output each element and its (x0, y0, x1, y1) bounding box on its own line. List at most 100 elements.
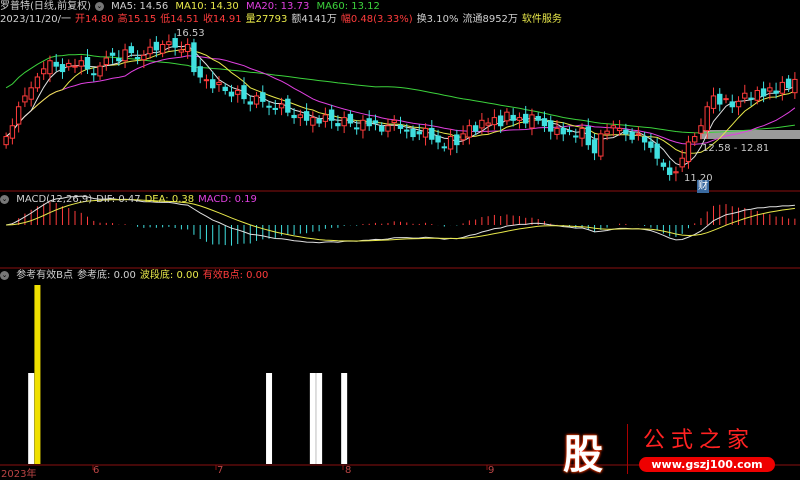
macd-dea: DEA: 0.38 (144, 194, 195, 205)
candle-body (253, 95, 260, 105)
candle-body (598, 133, 604, 157)
candle-body (222, 86, 228, 92)
ma5-label: MA5: 14.56 (111, 1, 169, 12)
dropdown-icon[interactable]: ⌄ (0, 194, 9, 204)
signal-bar (28, 373, 35, 464)
candle-body (159, 43, 166, 54)
x-axis-label: 6 (93, 465, 100, 476)
candle-body (272, 107, 278, 110)
x-axis-label: 9 (488, 465, 495, 476)
candle-body (322, 114, 329, 122)
stock-name[interactable]: 罗普特(日线,前复权) (0, 1, 91, 12)
candle-body (591, 139, 598, 154)
candle-body (128, 46, 135, 54)
candle-body (723, 98, 729, 101)
candle-body (441, 146, 448, 149)
candle-body (347, 113, 354, 124)
stock-chart[interactable] (0, 0, 800, 478)
candle-body (497, 115, 504, 127)
macd-title[interactable]: MACD(12,26,9) (16, 194, 92, 205)
candle-body (22, 95, 28, 103)
quote-bar: 2023/11/20/一 开14.80 高15.15 低14.51 收14.91 量277… (0, 13, 566, 26)
candle-body (679, 157, 685, 168)
candle-body (285, 98, 291, 113)
candle-body (472, 125, 479, 132)
candle-body (767, 87, 773, 92)
candle-body (47, 60, 53, 75)
indicator-header: ⌄ 参考有效B点 参考底: 0.00 波段底: 0.00 有效B点: 0.00 (0, 269, 272, 282)
candle-body (184, 43, 191, 53)
signal-bar (266, 373, 273, 464)
candle-body (742, 92, 748, 99)
candle-body (435, 135, 441, 143)
candle-body (654, 143, 660, 159)
candle-body (191, 42, 197, 73)
watermark-logo: 股 公式之家 www.gszj100.com (555, 422, 800, 478)
candle-body (629, 131, 635, 140)
candle-body (78, 60, 84, 67)
candle-body (717, 93, 723, 105)
candle-body (266, 105, 272, 108)
quote-turnover: 换3.10% (416, 14, 459, 25)
watermark-name: 公式之家 (643, 428, 756, 453)
candle-body (504, 111, 510, 122)
candle-body (554, 127, 560, 135)
candle-body (66, 62, 72, 68)
candle-body (729, 101, 735, 108)
quote-change: 幅0.48(3.33%) (340, 14, 413, 25)
candle-body (235, 90, 241, 95)
candle-body (122, 49, 128, 62)
candle-body (410, 129, 416, 138)
range-label: 12.58 - 12.81 (702, 143, 770, 154)
candle-body (260, 92, 266, 102)
candle-body (616, 127, 623, 132)
candle-body (692, 136, 698, 143)
candle-body (447, 136, 454, 150)
candle-body (216, 81, 222, 86)
candle-body (785, 78, 792, 89)
candle-body (541, 118, 548, 127)
candle-body (748, 97, 754, 100)
candle-body (760, 88, 767, 97)
candle-body (353, 127, 360, 130)
ma10-label: MA10: 14.30 (175, 1, 239, 12)
candle-body (210, 79, 216, 89)
candle-body (479, 119, 485, 129)
candle-body (579, 127, 585, 139)
range-bar (700, 130, 800, 139)
candle-body (560, 127, 566, 135)
candle-body (648, 141, 654, 148)
dropdown-icon[interactable]: ⌄ (94, 1, 104, 11)
candle-body (391, 119, 397, 123)
candle-body (660, 162, 667, 167)
candle-body (792, 78, 798, 94)
candle-body (704, 106, 710, 132)
signal-bar (341, 373, 348, 464)
candle-body (97, 65, 103, 77)
candle-body (379, 125, 385, 132)
ma20-label: MA20: 13.73 (245, 1, 310, 12)
x-axis-label: 8 (345, 465, 352, 476)
event-badge[interactable]: 财 (697, 180, 709, 193)
candle-body (710, 95, 717, 109)
quote-sector[interactable]: 软件服务 (522, 14, 562, 25)
candle-body (291, 114, 297, 119)
candle-body (548, 120, 554, 132)
watermark-char: 股 (563, 432, 603, 478)
candle-body (404, 129, 410, 132)
ma60-label: MA60: 13.12 (316, 1, 380, 12)
high-price-label: 16.53 (176, 28, 205, 39)
candle-body (153, 41, 160, 51)
candle-body (566, 130, 573, 133)
candle-body (203, 79, 210, 82)
candle-body (397, 124, 404, 129)
indicator-title[interactable]: 参考有效B点 (16, 270, 73, 281)
candle-body (278, 103, 285, 109)
signal-bar (316, 373, 323, 464)
candle-body (34, 76, 41, 89)
candle-body (666, 167, 673, 175)
candle-body (84, 56, 91, 70)
dropdown-icon[interactable]: ⌄ (0, 270, 9, 280)
candle-body (109, 52, 116, 56)
ref-bottom: 参考底: 0.00 (77, 270, 136, 281)
